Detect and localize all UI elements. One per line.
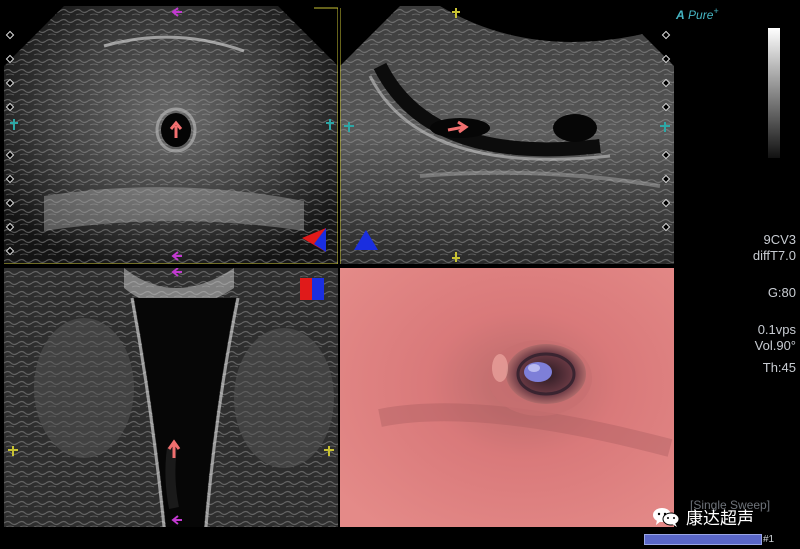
apure-logo-text: Pure bbox=[688, 8, 714, 22]
volume-label: Vol.90° bbox=[754, 338, 796, 353]
ultrasound-view-b[interactable] bbox=[340, 6, 674, 264]
orientation-cube-icon bbox=[300, 278, 324, 300]
ultrasound-image-a bbox=[4, 6, 338, 264]
watermark-text: 康达超声 bbox=[686, 509, 754, 528]
sweep-progress-bar[interactable] bbox=[644, 534, 762, 545]
watermark: 康达超声 bbox=[652, 504, 754, 529]
wechat-icon bbox=[652, 506, 680, 528]
apure-logo-sup: + bbox=[713, 6, 719, 16]
mode-label: diffT7.0 bbox=[752, 248, 796, 263]
depth-ruler-right bbox=[661, 0, 671, 549]
ultrasound-view-c[interactable] bbox=[4, 268, 338, 527]
probe-label: 9CV3 bbox=[763, 232, 796, 247]
thickness-label: Th:45 bbox=[762, 360, 796, 375]
ultrasound-image-c bbox=[4, 268, 338, 527]
apure-logo: A Pure+ bbox=[676, 6, 719, 22]
render-3d-view[interactable] bbox=[340, 268, 674, 527]
sweep-progress-fill bbox=[645, 535, 761, 544]
speed-label: 0.1vps bbox=[757, 322, 796, 337]
gain-label: G:80 bbox=[767, 285, 796, 300]
apure-logo-glyph: A bbox=[676, 8, 685, 22]
depth-ruler-left bbox=[5, 0, 15, 549]
ultrasound-image-b bbox=[340, 6, 674, 264]
ultrasound-view-a[interactable] bbox=[4, 6, 338, 264]
sweep-index-label: #1 bbox=[763, 534, 775, 545]
grayscale-bar bbox=[768, 28, 780, 158]
render-3d-image bbox=[340, 268, 674, 527]
